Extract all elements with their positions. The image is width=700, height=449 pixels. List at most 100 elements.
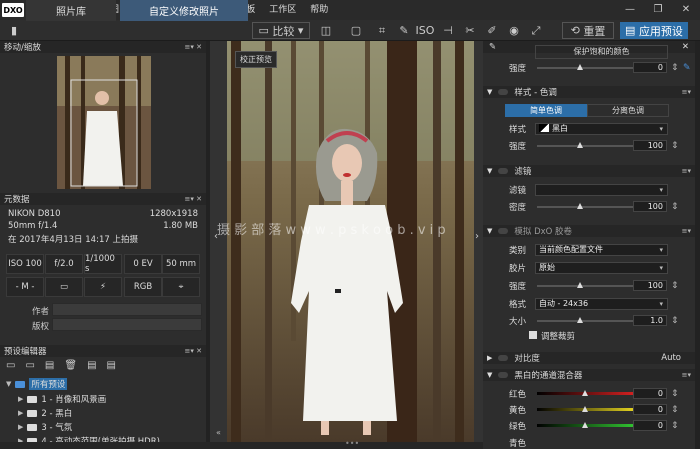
tab-customize[interactable]: 自定义修改照片 [120,0,248,21]
green-value[interactable]: 0 [633,420,667,431]
size-slider[interactable] [537,317,633,323]
style-dropdown[interactable]: 黑白 ▾ [535,122,668,135]
collapse-bottom-icon[interactable]: « [216,428,221,437]
intensity-slider[interactable] [537,142,633,148]
film-dropdown[interactable]: 原始 ▾ [535,261,668,274]
horizon-icon[interactable]: ⊣ [438,20,458,41]
minimize-icon[interactable]: — [616,0,644,20]
format-dropdown[interactable]: 自动 - 24x36 ▾ [535,297,668,310]
green-slider[interactable] [537,422,633,428]
close-icon[interactable]: ✕ [682,42,689,52]
menu-item[interactable]: 工作区 [262,0,303,20]
toggle-switch[interactable] [498,228,509,234]
toggle-switch[interactable] [498,355,509,361]
zoom-panel-header[interactable]: 移动/缩放 ≡▾ ✕ [0,41,206,53]
crop-icon[interactable]: ⌗ [372,20,392,41]
slider-knob[interactable] [577,142,583,148]
stepper-icon[interactable]: ⇕ [671,421,679,431]
toggle-switch[interactable] [498,168,509,174]
slider-knob[interactable] [577,317,583,323]
density-value[interactable]: 100 [633,201,667,212]
section-menu-icon[interactable]: ≡▾ [682,227,691,235]
stepper-icon[interactable]: ⇕ [671,141,679,151]
red-value[interactable]: 0 [633,388,667,399]
preset-folder[interactable]: ▶ 2 - 黑白 [0,407,206,419]
red-slider[interactable] [537,390,633,396]
filter-dropdown[interactable]: ▾ [535,183,668,196]
stepper-icon[interactable]: ⇕ [671,405,679,415]
close-icon[interactable]: ✕ [672,0,700,20]
style-toning-header[interactable]: ▼ 样式 - 色调 ≡▾ [483,86,695,98]
preset-folder[interactable]: ▶ 3 - 气氛 [0,421,206,433]
yellow-value[interactable]: 0 [633,404,667,415]
bw-mixer-header[interactable]: ▼ 黑白的通道混合器 ≡▾ [483,369,695,381]
author-field[interactable] [52,303,202,316]
film-header[interactable]: ▼ 模拟 DxO 胶卷 ≡▾ [483,225,695,237]
yellow-slider[interactable] [537,406,633,412]
section-menu-icon[interactable]: ≡▾ [682,88,691,96]
pin-icon[interactable]: ✎ [489,42,496,52]
reset-button[interactable]: ⟲ 重置 [562,22,614,39]
slider-knob[interactable] [577,282,583,288]
contrast-header[interactable]: ▶ 对比度 Auto [483,352,695,364]
filter-header[interactable]: ▼ 滤镜 ≡▾ [483,165,695,177]
section-menu-icon[interactable]: ≡▾ [682,167,691,175]
toning-split-tab[interactable]: 分离色调 [587,104,669,117]
stepper-icon[interactable]: ⇕ [671,202,679,212]
fullscreen-icon[interactable]: ⤢ [526,20,546,41]
intensity-value[interactable]: 100 [633,280,667,291]
apply-preset-button[interactable]: ▤ 应用预设 [620,22,688,39]
repair-icon[interactable]: ✂ [460,20,480,41]
compare-button[interactable]: ▭ 比较 ▾ [252,22,310,39]
slider-knob[interactable] [582,422,588,428]
preset-panel-header[interactable]: 预设编辑器 ≡▾ ✕ [0,345,206,357]
protect-colors-button[interactable]: 保护饱和的颜色 [535,45,668,59]
slider-knob[interactable] [582,406,588,412]
intensity-slider[interactable] [537,282,633,288]
slider-knob[interactable] [577,64,583,70]
stepper-icon[interactable]: ⇕ [671,389,679,399]
split-view-icon[interactable]: ◫ [316,20,336,41]
preset-root[interactable]: ▼ 所有预设 [0,378,206,390]
right-panel-scrollbar[interactable] [695,41,700,449]
toning-simple-tab[interactable]: 简单色调 [505,104,587,117]
panel-controls-icon[interactable]: ≡▾ ✕ [185,347,202,355]
copyright-field[interactable] [52,318,202,331]
intensity-value[interactable]: 0 [633,62,667,73]
correction-preview-button[interactable]: 校正预览 [235,51,277,68]
folder-icon[interactable]: ▭ [25,360,34,371]
slider-knob[interactable] [577,203,583,209]
crop-frame-icon[interactable]: ▢ [346,20,366,41]
eye-icon[interactable]: ◉ [504,20,524,41]
auto-icon[interactable]: ✎ [683,63,691,73]
copy-icon[interactable]: ▤ [45,360,54,371]
stepper-icon[interactable]: ⇕ [671,316,679,326]
menu-item[interactable]: 帮助 [303,0,335,20]
slider-knob[interactable] [582,390,588,396]
tab-library[interactable]: 照片库 [26,0,116,21]
stepper-icon[interactable]: ⇕ [671,63,679,73]
new-preset-icon[interactable]: ▭ [6,360,15,371]
intensity-value[interactable]: 100 [633,140,667,151]
toggle-switch[interactable] [498,372,509,378]
panel-controls-icon[interactable]: ≡▾ ✕ [185,43,202,51]
panel-controls-icon[interactable]: ≡▾ ✕ [185,195,202,203]
collapse-right-icon[interactable]: › [475,231,479,242]
toggle-switch[interactable] [498,89,509,95]
intensity-slider[interactable] [537,64,633,70]
sidebar-toggle-icon[interactable]: ▮ [4,20,24,41]
section-menu-icon[interactable]: ≡▾ [682,371,691,379]
meta-panel-header[interactable]: 元数据 ≡▾ ✕ [0,193,206,205]
navigator-thumbnail[interactable] [57,56,151,189]
image-viewer[interactable]: 校正预览 摄 影 部 落 w w w . p s k o o b . v i p [217,41,474,442]
adjust-crop-checkbox[interactable] [529,331,537,339]
stepper-icon[interactable]: ⇕ [671,281,679,291]
brush-icon[interactable]: ✐ [482,20,502,41]
delete-icon[interactable]: 🗑 [64,360,77,371]
size-value[interactable]: 1.0 [633,315,667,326]
maximize-icon[interactable]: ❐ [644,0,672,20]
save-icon[interactable]: ▤ [87,360,96,371]
density-slider[interactable] [537,203,633,209]
iso-icon[interactable]: ISO [414,20,436,41]
resize-handle-icon[interactable]: ••• [345,439,359,448]
